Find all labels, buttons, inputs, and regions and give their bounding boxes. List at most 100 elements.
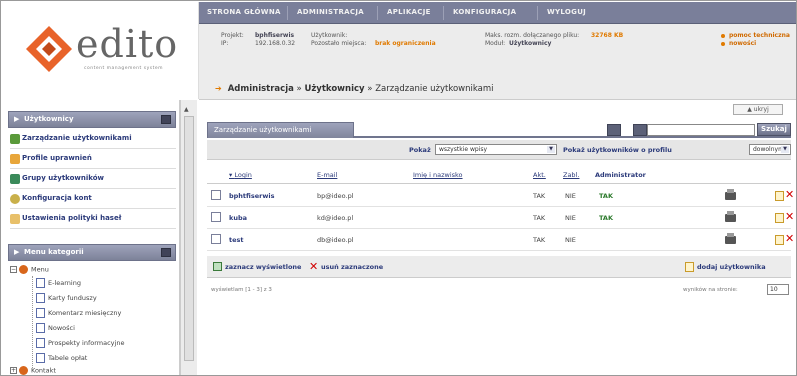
- search-icon[interactable]: [633, 124, 647, 136]
- tree-node-nowosci[interactable]: Nowości: [36, 323, 75, 333]
- sidebar-item-user-groups[interactable]: Grupy użytkowników: [10, 169, 176, 189]
- show-filter-value: wszystkie wpisy: [439, 146, 488, 153]
- sidebar-item-account-config[interactable]: Konfiguracja kont: [10, 189, 176, 209]
- tab-label: Zarządzanie użytkownikami: [214, 126, 312, 134]
- collapse-arrow-icon: ▶: [14, 115, 20, 123]
- scrollbar-thumb[interactable]: [184, 116, 194, 361]
- table-header: ▾ Login E-mail Imię i nazwisko Akt. Zabl…: [207, 166, 791, 184]
- logo-tagline: content management system: [84, 66, 164, 71]
- nav-separator: [377, 6, 378, 20]
- filter-icon[interactable]: [607, 124, 621, 136]
- tree-node-menu[interactable]: − Menu: [10, 265, 49, 274]
- sidebar-scrollbar[interactable]: ▲: [180, 100, 197, 375]
- sidebar-item-user-management[interactable]: Zarządzanie użytkownikami: [10, 129, 176, 149]
- profile-filter-select[interactable]: dowolnym ▼: [749, 144, 791, 155]
- nav-configuration[interactable]: KONFIGURACJA: [453, 8, 516, 16]
- news-link[interactable]: nowości: [729, 40, 756, 47]
- minimize-panel-button[interactable]: [161, 115, 171, 124]
- printer-icon[interactable]: [725, 233, 736, 244]
- row-active: TAK: [533, 192, 546, 200]
- breadcrumb-current: Zarządzanie użytkownikami: [375, 84, 494, 94]
- per-page-label: wyników na stronie:: [683, 287, 738, 293]
- tree-line: [32, 276, 33, 368]
- tree-node-tabele[interactable]: Tabele opłat: [36, 353, 87, 363]
- nav-home[interactable]: STRONA GŁÓWNA: [207, 8, 281, 16]
- nav-applications[interactable]: APLIKACJE: [387, 8, 431, 16]
- delete-icon[interactable]: ✕: [785, 189, 794, 201]
- nav-separator: [443, 6, 444, 20]
- hide-label: ukryj: [753, 106, 769, 113]
- row-login[interactable]: bphtfiserwis: [229, 192, 274, 200]
- column-blocked[interactable]: Zabl.: [563, 171, 579, 179]
- printer-icon[interactable]: [725, 189, 736, 200]
- menu-categories-panel-header[interactable]: ▶ Menu kategorii: [8, 244, 176, 261]
- column-name[interactable]: Imię i nazwisko: [413, 171, 463, 179]
- scroll-up-icon[interactable]: ▲: [184, 106, 189, 113]
- news-bullet-icon: [721, 42, 725, 46]
- row-login[interactable]: test: [229, 236, 244, 244]
- top-navigation: STRONA GŁÓWNA ADMINISTRACJA APLIKACJE KO…: [199, 2, 796, 24]
- edit-icon[interactable]: [775, 213, 784, 223]
- row-checkbox[interactable]: [211, 234, 221, 244]
- tree-node-label: Menu: [31, 265, 49, 274]
- check-all-icon[interactable]: [213, 262, 222, 271]
- breadcrumb-item-administration[interactable]: Administracja: [228, 84, 294, 94]
- project-info-panel: Projekt: bphfiserwis IP: 192.168.0.32 Uż…: [199, 24, 796, 100]
- tree-node-komentarz[interactable]: Komentarz miesięczny: [36, 308, 121, 318]
- edit-icon[interactable]: [775, 235, 784, 245]
- table-row[interactable]: bphtfiserwis bp@ideo.pl TAK NIE TAK ✕: [207, 185, 794, 207]
- row-login[interactable]: kuba: [229, 214, 247, 222]
- tree-node-karty-funduszy[interactable]: Karty funduszy: [36, 293, 97, 303]
- select-displayed-link[interactable]: zaznacz wyświetlone: [225, 263, 301, 271]
- row-checkbox[interactable]: [211, 190, 221, 200]
- row-email: bp@ideo.pl: [317, 192, 354, 200]
- tree-toggle-icon[interactable]: +: [10, 367, 17, 374]
- users-icon: [10, 134, 20, 144]
- ip-label: IP:: [221, 40, 229, 47]
- edit-icon[interactable]: [775, 191, 784, 201]
- page-icon: [36, 353, 45, 363]
- ip-value: 192.168.0.32: [255, 40, 296, 47]
- nav-administration[interactable]: ADMINISTRACJA: [297, 8, 364, 16]
- search-button[interactable]: Szukaj: [757, 123, 791, 136]
- nav-logout[interactable]: WYLOGUJ: [547, 8, 586, 16]
- page-icon: [36, 278, 45, 288]
- tree-node-kontakt[interactable]: + Kontakt: [10, 366, 56, 375]
- delete-icon[interactable]: ✕: [785, 233, 794, 245]
- table-row[interactable]: test db@ideo.pl TAK NIE ✕: [207, 229, 794, 251]
- add-user-icon[interactable]: [685, 262, 694, 272]
- breadcrumb-item-users[interactable]: Użytkownicy: [304, 84, 364, 94]
- help-bullet-icon: [721, 34, 725, 38]
- hide-button[interactable]: ▲ ukryj: [733, 104, 783, 115]
- minimize-panel-button[interactable]: [161, 248, 171, 257]
- sidebar-item-password-policy[interactable]: Ustawienia polityki haseł: [10, 209, 176, 229]
- delete-icon[interactable]: ✕: [785, 211, 794, 223]
- app-window: edito content management system STRONA G…: [0, 0, 797, 376]
- profile-icon: [10, 154, 20, 164]
- tab-user-management[interactable]: Zarządzanie użytkownikami: [207, 122, 354, 138]
- show-filter-select[interactable]: wszystkie wpisy ▼: [435, 144, 557, 155]
- menu-categories-panel-title: Menu kategorii: [24, 248, 84, 256]
- help-link[interactable]: pomoc techniczna: [729, 32, 790, 39]
- column-email[interactable]: E-mail: [317, 171, 337, 179]
- row-checkbox[interactable]: [211, 212, 221, 222]
- tree-node-label: Prospekty informacyjne: [48, 339, 125, 347]
- project-value: bphfiserwis: [255, 32, 295, 39]
- table-row[interactable]: kuba kd@ideo.pl TAK NIE TAK ✕: [207, 207, 794, 229]
- delete-selected-icon[interactable]: ✕: [309, 260, 318, 273]
- column-login[interactable]: ▾ Login: [229, 171, 252, 179]
- breadcrumb: ➔ Administracja » Użytkownicy » Zarządzan…: [215, 84, 494, 94]
- tree-toggle-icon[interactable]: −: [10, 266, 17, 273]
- delete-selected-link[interactable]: usuń zaznaczone: [321, 263, 383, 271]
- tree-node-prospekty[interactable]: Prospekty informacyjne: [36, 338, 124, 348]
- tree-node-elearning[interactable]: E-learning: [36, 278, 81, 288]
- logo[interactable]: edito content management system: [2, 2, 199, 99]
- column-active[interactable]: Akt.: [533, 171, 546, 179]
- per-page-select[interactable]: 10: [767, 284, 789, 295]
- search-input[interactable]: [647, 124, 755, 136]
- module-value: Użytkownicy: [509, 40, 552, 47]
- users-panel-header[interactable]: ▶ Użytkownicy: [8, 111, 176, 128]
- printer-icon[interactable]: [725, 211, 736, 222]
- add-user-link[interactable]: dodaj użytkownika: [697, 263, 766, 271]
- sidebar-item-permission-profiles[interactable]: Profile uprawnień: [10, 149, 176, 169]
